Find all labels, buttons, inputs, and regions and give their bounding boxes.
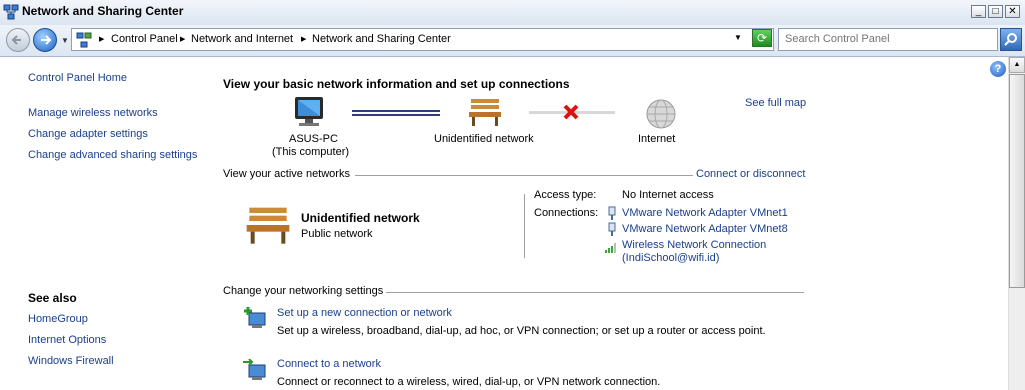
search-input[interactable] <box>785 33 985 45</box>
address-field[interactable]: ▶ Control Panel ▶ Network and Internet ▶… <box>71 28 774 51</box>
connect-to-network-link[interactable]: Connect to a network <box>277 358 381 370</box>
address-history-dropdown-icon[interactable]: ▼ <box>734 33 742 42</box>
breadcrumb-separator-icon[interactable]: ▶ <box>99 35 104 43</box>
network-name: Unidentified network <box>434 133 534 145</box>
no-connection-x-icon <box>563 104 579 120</box>
section-divider <box>355 175 693 176</box>
breadcrumb-network-and-internet[interactable]: Network and Internet <box>191 33 293 45</box>
sidebar-change-adapter-settings[interactable]: Change adapter settings <box>28 128 148 140</box>
see-also-homegroup[interactable]: HomeGroup <box>28 313 88 325</box>
ethernet-adapter-icon <box>608 206 616 220</box>
connection-vmnet1-link[interactable]: VMware Network Adapter VMnet1 <box>622 207 788 219</box>
connections-label: Connections: <box>534 207 599 219</box>
breadcrumb-separator-icon[interactable]: ▶ <box>180 35 185 43</box>
internet-globe-icon[interactable] <box>645 98 677 130</box>
close-button[interactable]: ✕ <box>1005 5 1020 18</box>
computer-subtitle: (This computer) <box>272 146 350 158</box>
back-arrow-icon <box>11 35 21 45</box>
connection-vmnet8-link[interactable]: VMware Network Adapter VMnet8 <box>622 223 788 235</box>
content-area: Control Panel Home Manage wireless netwo… <box>0 57 1008 390</box>
network-details-divider <box>524 194 525 258</box>
control-panel-icon <box>76 32 92 48</box>
scrollbar-thumb[interactable] <box>1009 74 1025 288</box>
sidebar-manage-wireless-networks[interactable]: Manage wireless networks <box>28 107 158 119</box>
access-type-value: No Internet access <box>622 189 714 201</box>
active-network-bench-icon[interactable] <box>244 205 292 245</box>
recent-pages-dropdown-icon[interactable]: ▼ <box>61 36 69 45</box>
breadcrumb-control-panel[interactable]: Control Panel <box>111 33 178 45</box>
window-title: Network and Sharing Center <box>22 4 184 18</box>
search-box[interactable] <box>778 28 998 51</box>
active-network-name: Unidentified network <box>301 211 420 225</box>
section-divider <box>386 292 804 293</box>
vertical-scrollbar[interactable]: ▲ <box>1008 57 1025 390</box>
connect-to-network-icon <box>243 359 266 380</box>
change-settings-heading: Change your networking settings <box>223 285 384 297</box>
setup-new-connection-description: Set up a wireless, broadband, dial-up, a… <box>277 325 766 337</box>
connection-wireless-ssid[interactable]: (IndiSchool@wifi.id) <box>622 252 719 264</box>
page-heading: View your basic network information and … <box>223 77 570 91</box>
network-location-link[interactable]: Public network <box>301 228 373 240</box>
network-bench-icon[interactable] <box>467 97 503 127</box>
see-also-heading: See also <box>28 291 77 305</box>
breadcrumb-separator-icon[interactable]: ▶ <box>301 35 306 43</box>
computer-name: ASUS-PC <box>289 133 338 145</box>
sidebar-control-panel-home[interactable]: Control Panel Home <box>28 72 127 84</box>
connect-to-network-description: Connect or reconnect to a wireless, wire… <box>277 376 661 388</box>
refresh-button[interactable]: ⟳ <box>752 29 772 47</box>
wireless-signal-icon <box>605 243 616 253</box>
connection-wireless-link[interactable]: Wireless Network Connection <box>622 239 766 251</box>
forward-button[interactable] <box>33 28 57 52</box>
back-button[interactable] <box>6 28 30 52</box>
network-center-icon <box>3 4 19 20</box>
setup-new-connection-link[interactable]: Set up a new connection or network <box>277 307 452 319</box>
see-full-map-link[interactable]: See full map <box>745 97 806 109</box>
navigation-bar: ▼ ▶ Control Panel ▶ Network and Internet… <box>0 25 1025 57</box>
help-icon[interactable]: ? <box>990 61 1006 77</box>
ethernet-adapter-icon <box>608 222 616 236</box>
maximize-button[interactable]: □ <box>988 5 1003 18</box>
sidebar-change-advanced-sharing-settings[interactable]: Change advanced sharing settings <box>28 149 197 161</box>
internet-label: Internet <box>638 133 676 145</box>
connect-or-disconnect-link[interactable]: Connect or disconnect <box>696 168 805 180</box>
see-also-internet-options[interactable]: Internet Options <box>28 334 106 346</box>
search-icon <box>1004 33 1017 46</box>
title-bar: Network and Sharing Center _ □ ✕ <box>0 0 1025 26</box>
connection-line-computer-network <box>352 110 440 116</box>
forward-arrow-icon <box>41 35 52 45</box>
active-networks-heading: View your active networks <box>223 168 350 180</box>
see-also-windows-firewall[interactable]: Windows Firewall <box>28 355 114 367</box>
new-connection-icon <box>244 307 266 328</box>
scroll-up-arrow-icon[interactable]: ▲ <box>1009 57 1025 73</box>
minimize-button[interactable]: _ <box>971 5 986 18</box>
computer-icon[interactable] <box>289 95 329 129</box>
search-button[interactable] <box>1000 28 1022 51</box>
breadcrumb-network-and-sharing-center[interactable]: Network and Sharing Center <box>312 33 451 45</box>
access-type-label: Access type: <box>534 189 597 201</box>
